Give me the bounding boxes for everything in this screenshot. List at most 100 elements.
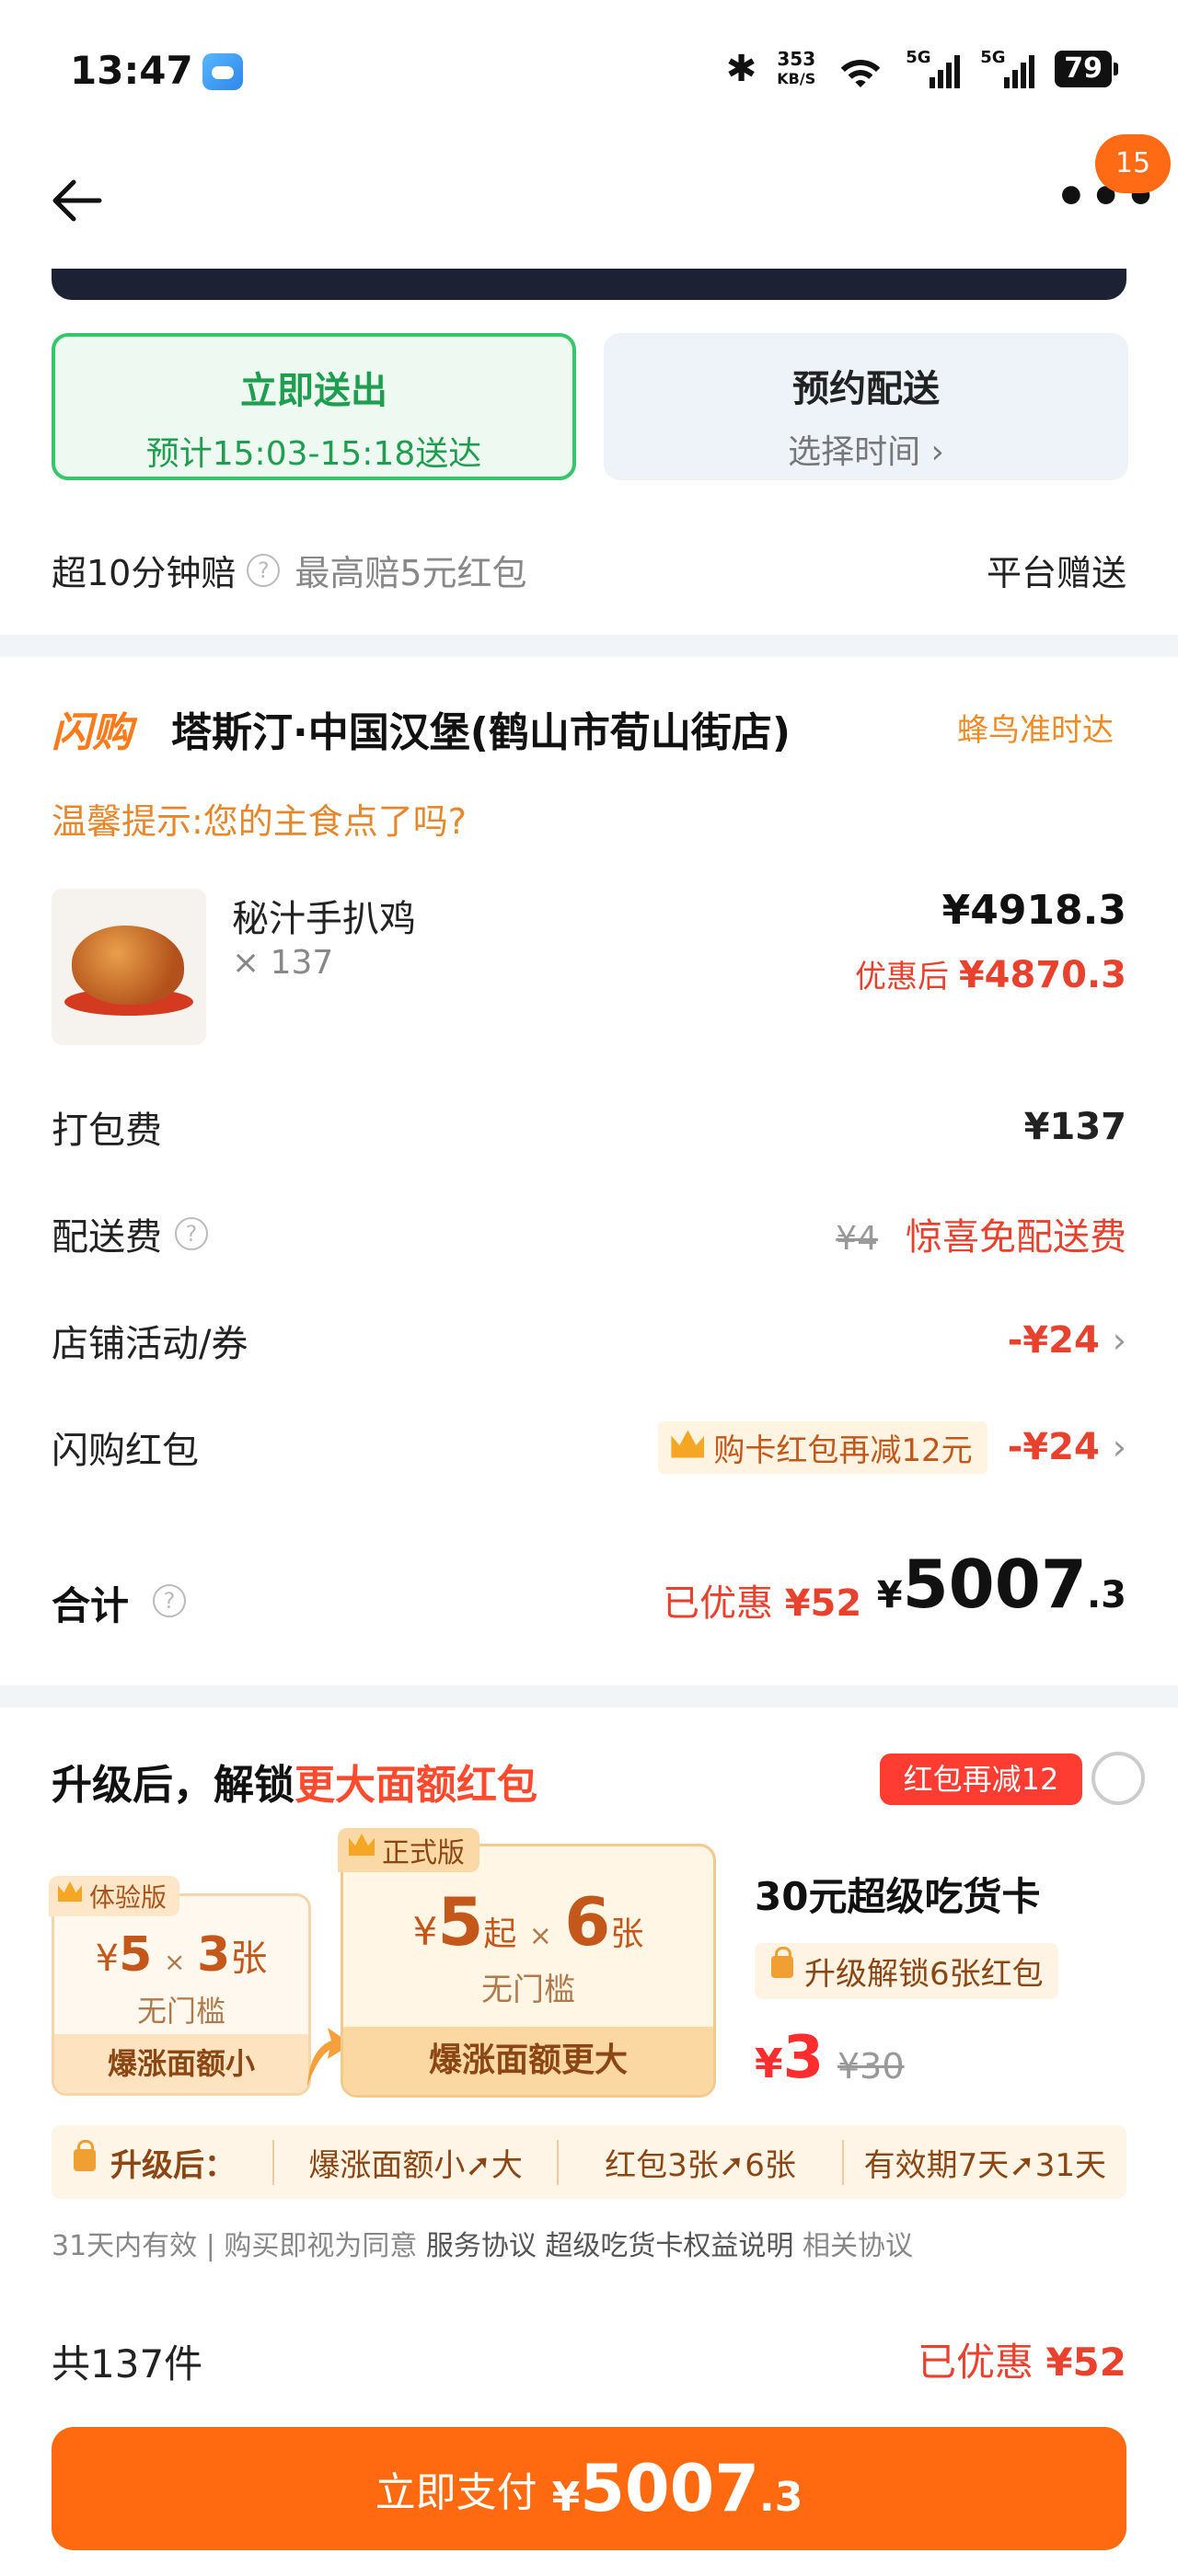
trial-unit: 张	[230, 1938, 268, 1980]
packing-fee-value: ¥137	[1023, 1106, 1126, 1148]
flash-redpack-row[interactable]: 闪购红包 购卡红包再减12元 -¥24 ›	[52, 1420, 1126, 1474]
terms-prefix: 31天内有效 | 购买即视为同意	[52, 2230, 426, 2262]
terms-line: 31天内有效 | 购买即视为同意 服务协议 超级吃货卡权益说明 相关协议	[52, 2223, 913, 2263]
upgrade-title-highlight: 更大面额红包	[294, 1762, 537, 1809]
card-original-price: ¥30	[837, 2046, 905, 2087]
formal-card: 正式版 ¥5起 × 6张 无门槛 爆涨面额更大	[338, 1828, 716, 2098]
unlock-tag: 升级解锁6张红包	[755, 1943, 1058, 1999]
status-icons: ✱ 353 KB/S 5G 5G 79	[725, 48, 1118, 90]
flash-buy-logo: 闪购	[52, 709, 133, 756]
trial-amt: 5	[119, 1927, 153, 1983]
late-compensation-detail: 最高赔5元红包	[294, 553, 527, 593]
item-count: 共137件	[52, 2341, 203, 2386]
shop-tip[interactable]: 温馨提示:您的主食点了吗?	[52, 793, 467, 844]
card-price-value: 3	[782, 2024, 825, 2092]
total-discount-label: 已优惠	[663, 1582, 773, 1625]
shop-name[interactable]: 塔斯汀·中国汉堡(鹤山市荀山街店)	[171, 699, 791, 758]
back-arrow-icon[interactable]	[48, 173, 103, 228]
formal-x: ×	[528, 1920, 552, 1952]
battery-indicator: 79	[1055, 51, 1118, 87]
formal-amt: 5	[437, 1883, 484, 1961]
footer-saved: 已优惠 ¥52	[918, 2331, 1126, 2387]
total-currency: ¥	[876, 1574, 903, 1616]
wifi-icon	[836, 51, 886, 87]
benefit-item: 爆涨面额小➚大	[272, 2139, 557, 2185]
discounted-label: 优惠后	[855, 959, 949, 995]
upgrade-title-prefix: 升级后，解锁	[52, 1762, 294, 1809]
foodie-card-name: 30元超级吃货卡	[755, 1874, 1041, 1919]
footer-saved-value: ¥52	[1045, 2340, 1126, 2385]
scheduled-delivery-option[interactable]: 预约配送 选择时间 ›	[604, 333, 1128, 480]
flash-redpack-label: 闪购红包	[52, 1430, 199, 1472]
status-time: 13:47	[70, 48, 193, 93]
trial-foot: 爆涨面额小	[54, 2034, 308, 2093]
signal-icon-2: 5G	[980, 48, 1035, 88]
platform-gift-label: 平台赠送	[986, 553, 1126, 593]
trial-count: 3	[197, 1927, 231, 1983]
store-promo-value: -¥24	[1007, 1319, 1100, 1362]
help-icon[interactable]: ?	[247, 553, 281, 587]
chevron-right-icon: ›	[1112, 1320, 1126, 1361]
chevron-right-icon: ›	[1112, 1427, 1126, 1467]
bluetooth-icon: ✱	[725, 48, 757, 90]
upgrade-title: 升级后，解锁更大面额红包	[52, 1752, 537, 1811]
deliver-now-option[interactable]: 立即送出 预计15:03-15:18送达	[52, 333, 576, 480]
card-redpack-tag[interactable]: 购卡红包再减12元	[658, 1420, 987, 1474]
ontime-badge: 蜂鸟准时达	[957, 712, 1114, 749]
benefit-item: 有效期7天➚31天	[841, 2139, 1126, 2185]
terms-links[interactable]: 服务协议 超级吃货卡权益说明	[426, 2230, 794, 2262]
signal-2-label: 5G	[980, 48, 1006, 67]
signal-icon-1: 5G	[906, 48, 961, 88]
pay-now-button[interactable]: 立即支付 ¥5007.3	[52, 2427, 1126, 2550]
card-redpack-text: 购卡红包再减12元	[713, 1432, 973, 1469]
trial-card: 体验版 ¥5 × 3张 无门槛 爆涨面额小	[49, 1876, 311, 2096]
scheduled-delivery-title: 预约配送	[792, 368, 940, 410]
formal-unit: 张	[610, 1915, 644, 1953]
formal-amount: ¥5起 × 6张	[343, 1883, 713, 1961]
net-speed-unit: KB/S	[777, 70, 816, 87]
total-amount: ¥5007.3	[877, 1546, 1126, 1623]
formal-label: 正式版	[338, 1828, 479, 1872]
help-icon[interactable]: ?	[153, 1584, 186, 1617]
card-price-cur: ¥	[755, 2041, 783, 2087]
benefit-item: 红包3张➚6张	[557, 2139, 841, 2185]
formal-label-text: 正式版	[382, 1837, 465, 1869]
net-speed-value: 353	[777, 48, 816, 70]
trial-sub: 无门槛	[136, 1994, 225, 2029]
total-label: 合计	[52, 1583, 130, 1628]
formal-start: 起	[483, 1915, 517, 1953]
upgrade-radio[interactable]	[1091, 1752, 1145, 1805]
late-compensation-label: 超10分钟赔	[52, 553, 237, 593]
packing-fee-row: 打包费 ¥137	[52, 1100, 1126, 1154]
weather-app-icon	[202, 53, 243, 90]
delivery-fee-label: 配送费	[52, 1216, 162, 1259]
benefits-lead: 升级后：	[52, 2139, 236, 2185]
delivery-fee-free: 惊喜免配送费	[906, 1216, 1126, 1259]
lock-icon	[74, 2139, 96, 2171]
total-discount-value: ¥52	[784, 1582, 862, 1625]
lock-icon	[771, 1947, 793, 1978]
packing-fee-label: 打包费	[52, 1110, 162, 1152]
deliver-now-title: 立即送出	[240, 370, 387, 412]
pay-dec: .3	[759, 2474, 803, 2521]
formal-cur: ¥	[412, 1909, 438, 1954]
address-card-bottom	[52, 269, 1126, 300]
total-dec: .3	[1086, 1574, 1126, 1616]
signal-1-label: 5G	[906, 48, 931, 67]
formal-foot: 爆涨面额更大	[343, 2027, 713, 2095]
help-icon[interactable]: ?	[175, 1217, 208, 1250]
item-quantity: × 137	[232, 944, 334, 982]
trial-amount: ¥5 × 3张	[54, 1927, 308, 1983]
terms-suffix[interactable]: 相关协议	[793, 2230, 913, 2262]
pay-amount: ¥5007.3	[552, 2451, 803, 2526]
pay-int: 5007	[580, 2451, 760, 2526]
item-name: 秘汁手扒鸡	[232, 898, 416, 940]
net-speed: 353 KB/S	[777, 50, 815, 88]
item-price: ¥4918.3	[941, 887, 1126, 934]
trial-cur: ¥	[95, 1938, 120, 1980]
store-promo-row[interactable]: 店铺活动/券 -¥24 ›	[52, 1314, 1126, 1367]
footer-saved-label: 已优惠	[917, 2340, 1046, 2385]
delivery-fee-row: 配送费 ? ¥4 惊喜免配送费	[52, 1207, 1126, 1260]
notification-badge: 15	[1095, 134, 1171, 193]
scheduled-delivery-sub: 选择时间 ›	[788, 433, 944, 471]
